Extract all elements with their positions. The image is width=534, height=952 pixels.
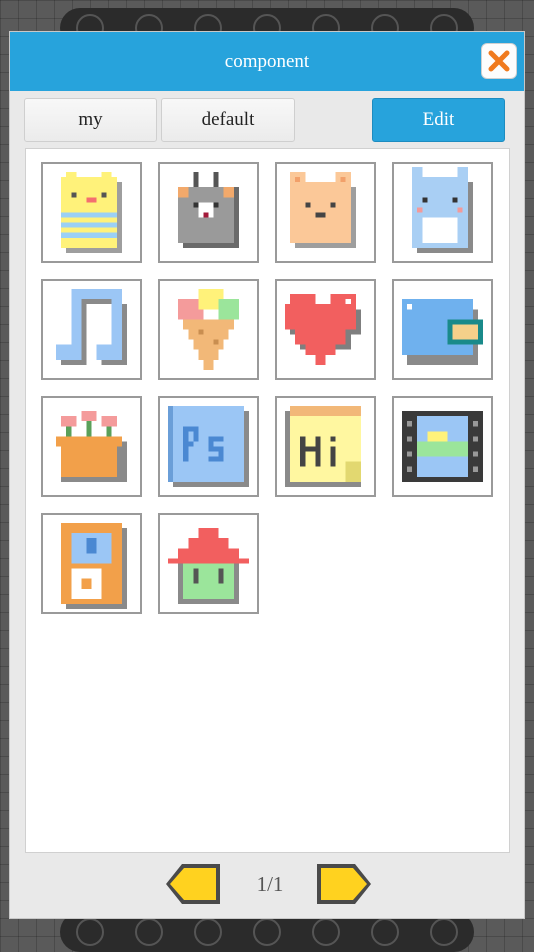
pager: 1/1 bbox=[10, 854, 524, 914]
tab-bar: my default Edit bbox=[24, 98, 506, 142]
component-item-cat[interactable] bbox=[275, 162, 376, 263]
dialog-title: component bbox=[224, 50, 310, 72]
component-item-totoro[interactable] bbox=[392, 162, 493, 263]
component-item-music-note[interactable] bbox=[41, 279, 142, 380]
close-button[interactable] bbox=[481, 43, 517, 79]
yellow-chick-icon bbox=[61, 172, 122, 253]
next-arrow-icon[interactable] bbox=[313, 860, 373, 908]
hi-sticky-note-icon bbox=[285, 406, 361, 487]
component-grid bbox=[25, 148, 510, 853]
ice-cream-cone-icon bbox=[178, 289, 239, 370]
component-item-photoshop[interactable] bbox=[158, 396, 259, 497]
red-heart-icon bbox=[285, 294, 361, 365]
tab-default[interactable]: default bbox=[161, 98, 295, 142]
page-indicator: 1/1 bbox=[256, 872, 284, 896]
component-item-film[interactable] bbox=[392, 396, 493, 497]
orange-ipod-icon bbox=[61, 523, 127, 609]
component-item-ipod[interactable] bbox=[41, 513, 142, 614]
component-item-house[interactable] bbox=[158, 513, 259, 614]
background-tool-icon bbox=[252, 918, 281, 946]
component-item-flowers[interactable] bbox=[41, 396, 142, 497]
music-note-icon bbox=[56, 289, 127, 365]
component-item-chick[interactable] bbox=[41, 162, 142, 263]
tab-my[interactable]: my bbox=[24, 98, 157, 142]
background-tool-icon bbox=[312, 918, 341, 946]
potted-flowers-icon bbox=[56, 411, 127, 482]
edit-button[interactable]: Edit bbox=[372, 98, 505, 142]
component-dialog: component my default Edit 1/1 bbox=[9, 31, 525, 919]
blue-totoro-icon bbox=[412, 167, 473, 253]
component-item-bunny[interactable] bbox=[158, 162, 259, 263]
background-tool-icon bbox=[134, 918, 163, 946]
close-x-icon bbox=[488, 50, 510, 72]
background-tool-icon bbox=[430, 918, 459, 946]
background-tool-icon bbox=[371, 918, 400, 946]
prev-arrow-icon[interactable] bbox=[164, 860, 224, 908]
blue-wallet-icon bbox=[402, 299, 483, 365]
house-icon bbox=[168, 528, 249, 604]
component-item-wallet[interactable] bbox=[392, 279, 493, 380]
orange-cat-icon bbox=[290, 172, 356, 248]
component-item-heart[interactable] bbox=[275, 279, 376, 380]
background-tool-icon bbox=[193, 918, 222, 946]
background-tool-icon bbox=[75, 918, 104, 946]
dialog-titlebar: component bbox=[10, 32, 524, 91]
gray-bunny-icon bbox=[178, 172, 239, 248]
component-item-hi-note[interactable] bbox=[275, 396, 376, 497]
component-item-ice-cream[interactable] bbox=[158, 279, 259, 380]
photoshop-ps-icon bbox=[168, 406, 249, 487]
film-strip-icon bbox=[402, 411, 483, 482]
